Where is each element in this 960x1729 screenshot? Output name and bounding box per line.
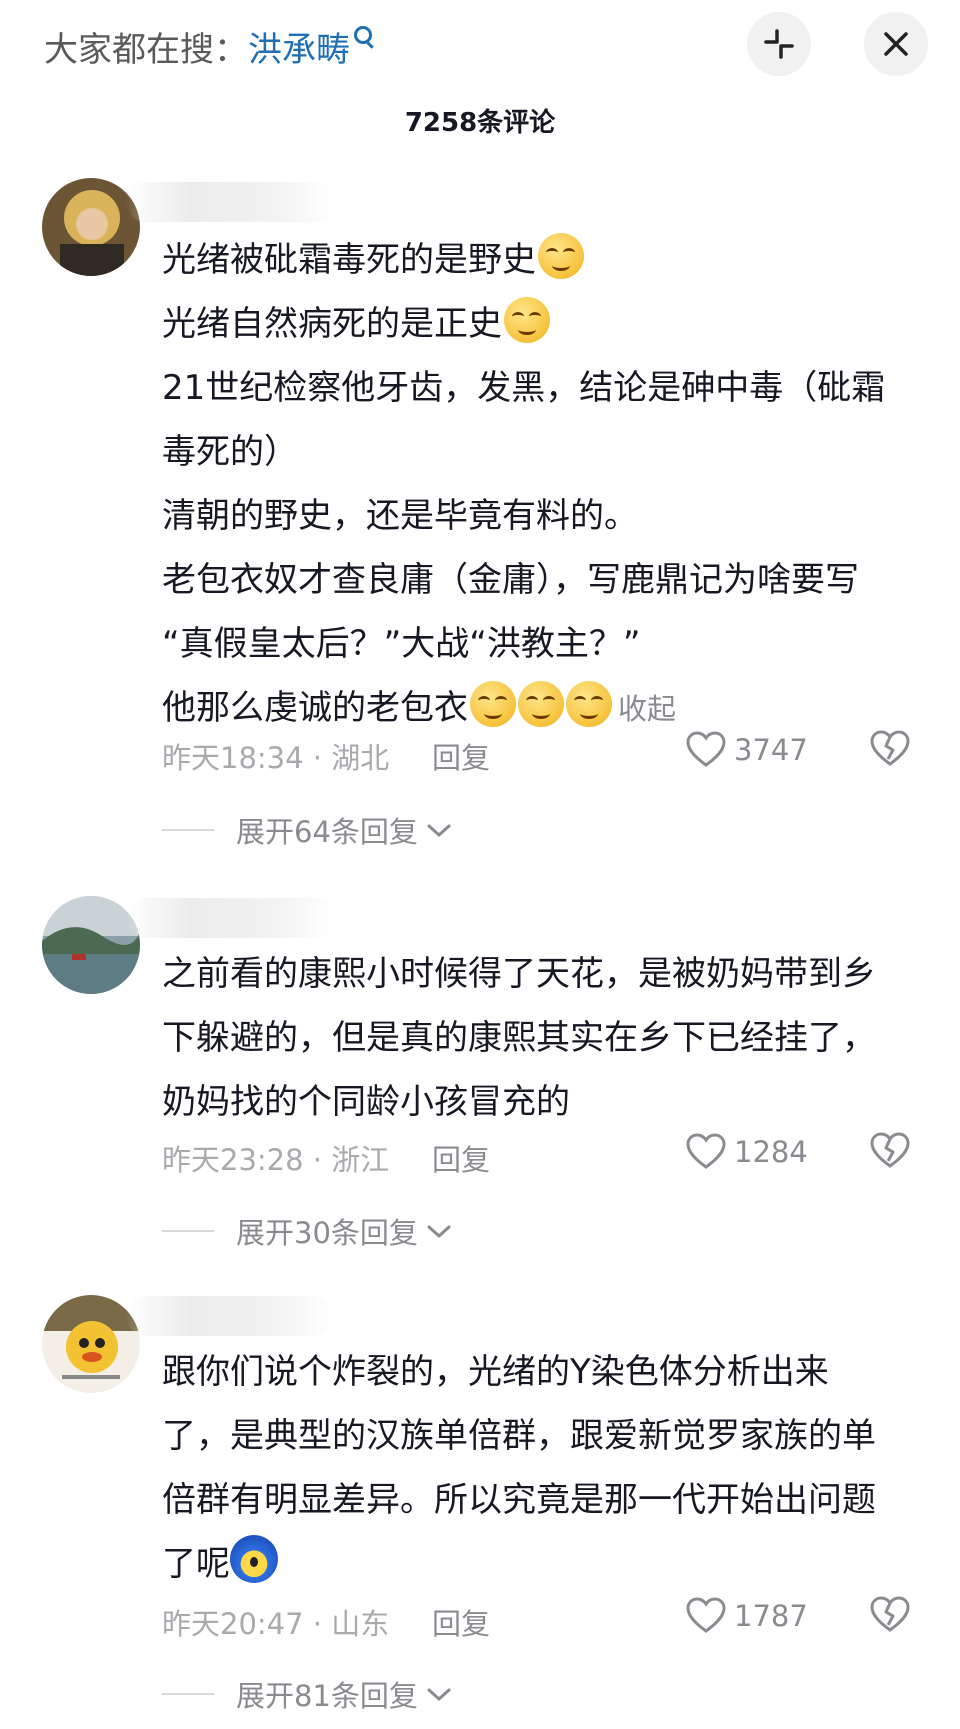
timestamp-location: 昨天23:28 · 浙江 (162, 1143, 390, 1177)
smug-emoji-icon (518, 681, 564, 727)
close-button[interactable] (864, 12, 928, 76)
reply-button[interactable]: 回复 (432, 1601, 490, 1643)
search-term-link[interactable]: 洪承畴 (248, 30, 350, 70)
reply-button[interactable]: 回复 (432, 1137, 490, 1179)
comment-meta: 昨天18:34 · 湖北 回复 3747 (162, 730, 922, 777)
smug-emoji-icon (566, 681, 612, 727)
search-prefix: 大家都在搜： (44, 30, 248, 70)
divider (162, 1230, 214, 1232)
comment-meta: 昨天20:47 · 山东 回复 1787 (162, 1596, 922, 1643)
like-button[interactable]: 1787 (686, 1597, 808, 1635)
like-count: 1787 (734, 1599, 808, 1633)
close-icon (884, 32, 908, 56)
divider (162, 1693, 214, 1695)
comment-text: 之前看的康熙小时候得了天花，是被奶妈带到乡 下躲避的，但是真的康熙其实在乡下已经… (162, 954, 876, 1122)
smug-emoji-icon (470, 681, 516, 727)
broken-heart-icon (870, 730, 910, 766)
chevron-down-icon (427, 1225, 451, 1238)
comment-text: 光绪被砒霜毒死的是野史 光绪自然病死的是正史 21世纪检察他牙齿，发黑，结论是砷… (162, 228, 922, 741)
expand-replies-label: 展开81条回复 (236, 1679, 418, 1713)
expand-replies[interactable]: 展开30条回复 (162, 1211, 452, 1251)
expand-replies[interactable]: 展开64条回复 (162, 810, 452, 850)
divider (162, 829, 214, 831)
collapse-button[interactable] (747, 12, 811, 76)
like-button[interactable]: 3747 (686, 731, 808, 769)
dislike-button[interactable] (870, 729, 910, 776)
chevron-down-icon (427, 1688, 451, 1701)
collapse-text-link[interactable]: 收起 (618, 692, 676, 726)
timestamp-location: 昨天20:47 · 山东 (162, 1607, 390, 1641)
expand-replies[interactable]: 展开81条回复 (162, 1674, 452, 1714)
smug-emoji-icon (504, 297, 550, 343)
avatar[interactable] (42, 178, 140, 276)
timestamp-location: 昨天18:34 · 湖北 (162, 741, 390, 775)
comment-meta: 昨天23:28 · 浙江 回复 1284 (162, 1132, 922, 1179)
search-icon (354, 26, 376, 49)
username-blurred (126, 898, 336, 938)
heart-icon (686, 1133, 726, 1169)
collapse-icon (764, 29, 794, 59)
avatar[interactable] (42, 1295, 140, 1393)
dislike-button[interactable] (870, 1595, 910, 1642)
like-count: 1284 (734, 1135, 808, 1169)
comment-text: 跟你们说个炸裂的，光绪的Y染色体分析出来 了，是典型的汉族单倍群，跟爱新觉罗家族… (162, 1352, 876, 1584)
dislike-button[interactable] (870, 1131, 910, 1178)
heart-icon (686, 731, 726, 767)
comment-count: 7258条评论 (404, 108, 556, 138)
avatar[interactable] (42, 896, 140, 994)
broken-heart-icon (870, 1596, 910, 1632)
blue-hair-emoji-icon (230, 1535, 278, 1583)
expand-replies-label: 展开64条回复 (236, 815, 418, 849)
reply-button[interactable]: 回复 (432, 735, 490, 777)
chevron-down-icon (427, 824, 451, 837)
like-count: 3747 (734, 733, 808, 767)
broken-heart-icon (870, 1132, 910, 1168)
heart-icon (686, 1597, 726, 1633)
smug-emoji-icon (538, 233, 584, 279)
search-suggestion[interactable]: 大家都在搜：洪承畴 (44, 22, 376, 71)
username-blurred (126, 1296, 336, 1336)
expand-replies-label: 展开30条回复 (236, 1216, 418, 1250)
username-blurred (126, 182, 336, 222)
top-bar: 大家都在搜：洪承畴 (0, 0, 960, 96)
like-button[interactable]: 1284 (686, 1133, 808, 1171)
